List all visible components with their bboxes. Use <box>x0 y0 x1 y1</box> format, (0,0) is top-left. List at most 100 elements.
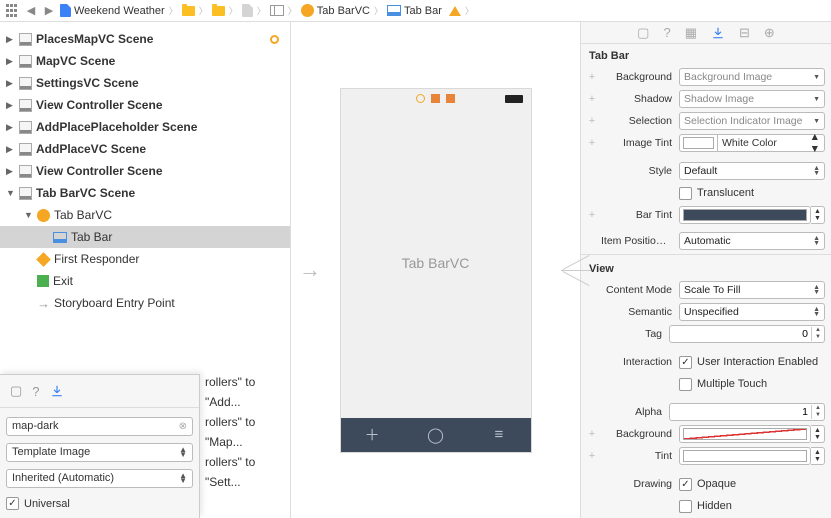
outline-entry-point[interactable]: →Storyboard Entry Point <box>0 292 290 314</box>
file-inspector-tab-icon[interactable]: ▢ <box>637 25 649 41</box>
clear-icon[interactable]: ⊗ <box>179 421 187 432</box>
chevron-right-icon: 〉 <box>465 4 474 17</box>
storyboard-file-icon <box>242 4 253 17</box>
viewcontroller-dock-icon[interactable] <box>416 94 425 103</box>
shadow-image-combo[interactable]: Shadow Image▼ <box>679 90 825 108</box>
segue-arrow-in-icon: → <box>299 257 321 283</box>
chevron-right-icon: 〉 <box>229 4 238 17</box>
battery-icon <box>505 95 523 103</box>
outline-first-responder[interactable]: First Responder <box>0 248 290 270</box>
connections-inspector-tab-icon[interactable]: ⊕ <box>764 25 775 41</box>
related-items-icon[interactable] <box>6 4 20 18</box>
breadcrumb-scene[interactable] <box>270 5 284 16</box>
exit-icon <box>37 275 49 287</box>
scene-icon <box>19 187 32 200</box>
attributes-inspector-tab-icon[interactable] <box>711 26 725 40</box>
first-responder-icon <box>36 252 51 267</box>
user-interaction-checkbox[interactable] <box>679 356 692 369</box>
outline-tabbarvc[interactable]: ▼Tab BarVC <box>0 204 290 226</box>
quick-help-tab-icon[interactable]: ? <box>32 384 39 399</box>
scene-row[interactable]: ▼Tab BarVC Scene <box>0 182 290 204</box>
size-inspector-tab-icon[interactable]: ⊟ <box>739 25 750 41</box>
tabbar-element-icon <box>387 5 401 16</box>
add-variation-icon[interactable]: + <box>587 115 597 127</box>
asset-attributes-panel: ▢ ? map-dark⊗ Template Image▲▼ Inherited… <box>0 374 200 518</box>
nav-forward-icon[interactable]: ▶ <box>42 4 56 17</box>
breadcrumb-tabbarvc[interactable]: Tab BarVC <box>301 4 370 17</box>
chevron-right-icon: 〉 <box>169 4 178 17</box>
bar-tint-color[interactable]: ▲▼ <box>679 206 825 224</box>
tab-bar-preview[interactable]: ＋ ◯ ≡ <box>341 418 531 452</box>
document-outline: ▶PlacesMapVC Scene ▶MapVC Scene ▶Setting… <box>0 22 291 518</box>
section-view: View <box>581 257 831 279</box>
item-positioning-select[interactable]: Automatic▲▼ <box>679 232 825 250</box>
scene-icon <box>19 77 32 90</box>
scene-layout-icon <box>270 5 284 16</box>
scene-row[interactable]: ▶SettingsVC Scene <box>0 72 290 94</box>
add-variation-icon[interactable]: + <box>587 450 597 462</box>
entry-point-icon: → <box>37 296 50 311</box>
scene-row[interactable]: ▶AddPlaceVC Scene <box>0 138 290 160</box>
breadcrumb-tabbar[interactable]: Tab Bar <box>387 5 442 17</box>
chevron-right-icon: 〉 <box>199 4 208 17</box>
background-image-combo[interactable]: Background Image▼ <box>679 68 825 86</box>
add-variation-icon[interactable]: + <box>587 93 597 105</box>
simulated-device[interactable]: Tab BarVC ＋ ◯ ≡ <box>340 88 532 453</box>
outline-exit[interactable]: Exit <box>0 270 290 292</box>
interface-builder-canvas[interactable]: → Tab BarVC ＋ ◯ ≡ <box>291 22 580 518</box>
selection-image-combo[interactable]: Selection Indicator Image▼ <box>679 112 825 130</box>
breadcrumb-project[interactable]: Weekend Weather <box>60 4 165 17</box>
opaque-checkbox[interactable] <box>679 478 692 491</box>
chevron-right-icon: 〉 <box>257 4 266 17</box>
hidden-checkbox[interactable] <box>679 500 692 513</box>
view-area[interactable]: Tab BarVC <box>341 109 531 418</box>
scene-row[interactable]: ▶View Controller Scene <box>0 160 290 182</box>
universal-label: Universal <box>24 498 70 510</box>
scene-row[interactable]: ▶View Controller Scene <box>0 94 290 116</box>
add-variation-icon[interactable]: + <box>587 428 597 440</box>
translucent-checkbox[interactable] <box>679 187 692 200</box>
tab-item-menu[interactable]: ≡ <box>467 418 530 452</box>
render-as-select[interactable]: Template Image▲▼ <box>6 443 193 462</box>
nav-back-icon[interactable]: ◀ <box>24 4 38 17</box>
multiple-touch-checkbox[interactable] <box>679 378 692 391</box>
tab-item-add[interactable]: ＋ <box>341 418 404 452</box>
quick-help-tab-icon[interactable]: ? <box>663 25 670 40</box>
warning-icon[interactable] <box>449 6 461 16</box>
add-variation-icon[interactable]: + <box>587 137 597 149</box>
compression-select[interactable]: Inherited (Automatic)▲▼ <box>6 469 193 488</box>
outline-tabbar-selected[interactable]: Tab Bar <box>0 226 290 248</box>
tab-item-globe[interactable]: ◯ <box>404 418 467 452</box>
scene-row[interactable]: ▶MapVC Scene <box>0 50 290 72</box>
tag-field[interactable]: ▲▼ <box>669 325 825 343</box>
first-responder-dock-icon[interactable] <box>431 94 440 103</box>
breadcrumb-folder-1[interactable] <box>182 6 195 16</box>
image-tint-color[interactable]: White Color▲▼ <box>679 134 825 152</box>
add-variation-icon[interactable]: + <box>587 209 597 221</box>
tint-color[interactable]: ▲▼ <box>679 447 825 465</box>
background-color[interactable]: ▲▼ <box>679 425 825 443</box>
exit-dock-icon[interactable] <box>446 94 455 103</box>
scene-row[interactable]: ▶AddPlacePlaceholder Scene <box>0 116 290 138</box>
scene-icon <box>19 55 32 68</box>
chevron-right-icon: 〉 <box>288 4 297 17</box>
scene-icon <box>19 33 32 46</box>
scene-icon <box>19 143 32 156</box>
breadcrumb-file[interactable] <box>242 4 253 17</box>
attributes-tab-icon[interactable] <box>50 384 64 398</box>
viewcontroller-icon <box>37 209 50 222</box>
style-select[interactable]: Default▲▼ <box>679 162 825 180</box>
identity-inspector-tab-icon[interactable]: ▦ <box>685 25 697 41</box>
status-ring-icon <box>270 35 279 44</box>
scene-row[interactable]: ▶PlacesMapVC Scene <box>0 28 290 50</box>
file-inspector-tab-icon[interactable]: ▢ <box>10 383 22 399</box>
content-mode-select[interactable]: Scale To Fill▲▼ <box>679 281 825 299</box>
asset-name-field[interactable]: map-dark⊗ <box>6 417 193 436</box>
add-variation-icon[interactable]: + <box>587 71 597 83</box>
breadcrumb-folder-2[interactable] <box>212 6 225 16</box>
semantic-select[interactable]: Unspecified▲▼ <box>679 303 825 321</box>
section-tab-bar: Tab Bar <box>581 44 831 66</box>
scene-icon <box>19 165 32 178</box>
universal-checkbox[interactable] <box>6 497 19 510</box>
alpha-field[interactable]: ▲▼ <box>669 403 825 421</box>
